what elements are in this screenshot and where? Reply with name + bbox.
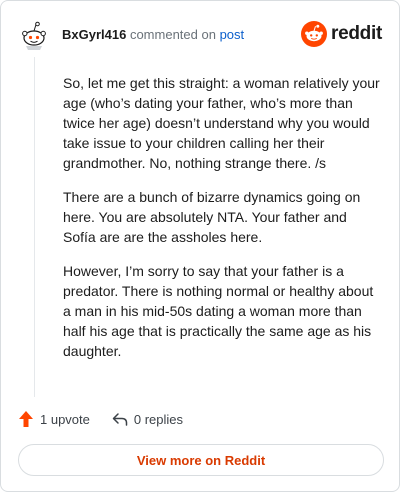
comment-header: BxGyrl416 commented on post reddit — [18, 18, 382, 52]
view-more-button[interactable]: View more on Reddit — [18, 444, 384, 476]
comment-paragraph: However, I’m sorry to say that your fath… — [63, 263, 374, 359]
commented-on-text: commented on — [129, 27, 216, 42]
post-link[interactable]: post — [220, 27, 245, 42]
upvote-button[interactable]: 1 upvote — [18, 410, 90, 428]
comment-paragraph: There are a bunch of bizarre dynamics go… — [63, 189, 361, 245]
snoo-avatar-icon[interactable] — [18, 18, 50, 50]
thread-line — [34, 57, 35, 397]
comment-embed-card: BxGyrl416 commented on post reddit So, l… — [0, 0, 400, 492]
replies-count: 0 replies — [133, 411, 184, 427]
comment-byline: BxGyrl416 commented on post — [62, 27, 244, 43]
reddit-snoo-icon — [301, 21, 328, 47]
comment-paragraph: So, let me get this straight: a woman re… — [63, 75, 380, 171]
username-link[interactable]: BxGyrl416 — [62, 27, 126, 42]
comment-actions: 1 upvote 0 replies — [18, 408, 205, 430]
upvote-count: 1 upvote — [40, 411, 90, 427]
replies-button[interactable]: 0 replies — [112, 411, 183, 427]
reply-arrow-icon — [112, 413, 128, 426]
reddit-logo[interactable]: reddit — [301, 20, 382, 48]
comment-body: So, let me get this straight: a woman re… — [63, 73, 383, 375]
reddit-wordmark: reddit — [331, 23, 382, 44]
upvote-arrow-icon — [19, 411, 33, 427]
